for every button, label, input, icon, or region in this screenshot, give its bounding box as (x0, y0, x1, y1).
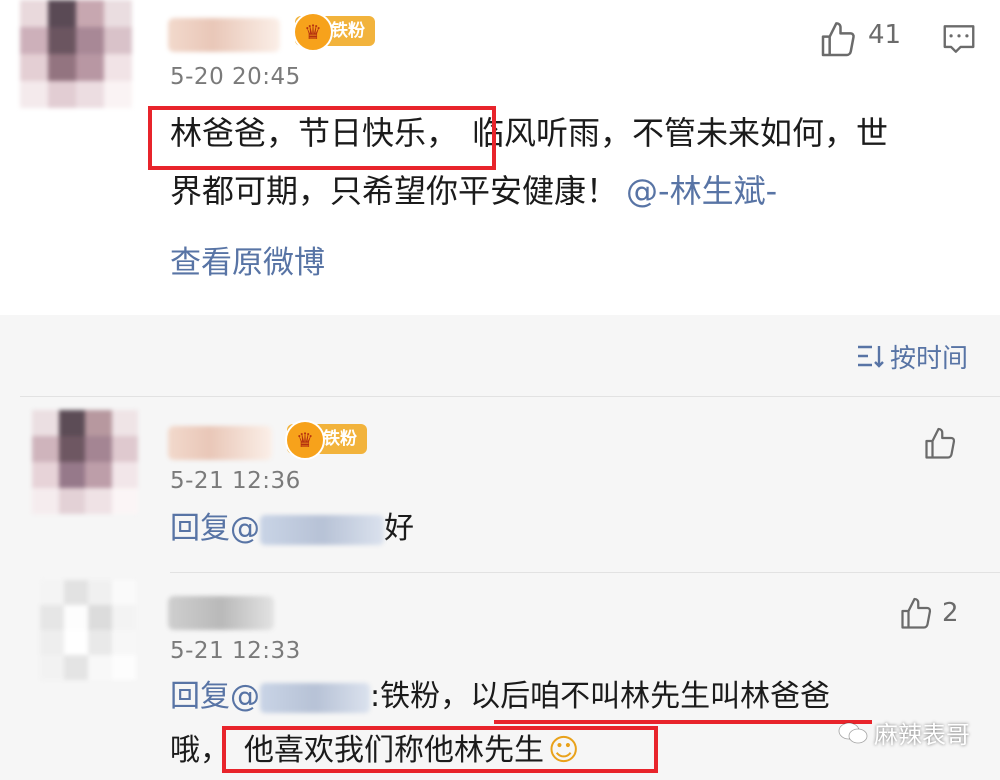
avatar[interactable] (20, 0, 132, 108)
sort-label: 按时间 (889, 344, 968, 374)
comment-time: 5-21 12:36 (170, 468, 301, 494)
crown-icon: ♛ (293, 12, 333, 52)
wechat-icon (838, 721, 868, 751)
comment-icon (943, 25, 975, 53)
reply-suffix: 好 (384, 511, 414, 546)
mention-blurred[interactable] (260, 682, 370, 713)
sort-button[interactable]: 按时间 (856, 338, 968, 376)
comment-text-line1: 回复@ :铁粉，以后咱不叫林先生叫林爸爸 (170, 668, 830, 726)
thumbs-up-icon (901, 597, 932, 629)
like-button[interactable] (818, 20, 858, 60)
sort-icon (856, 343, 890, 376)
main-post: ♛ 铁粉 5-20 20:45 41 林爸爸，节日快乐， 临风听雨，不管未来如何，… (0, 0, 1000, 315)
comment-like-button[interactable] (922, 426, 958, 462)
fan-badge: ♛ 铁粉 (285, 420, 367, 460)
reply-prefix[interactable]: 回复@ (170, 511, 260, 546)
post-text-continued: 界都可期，只希望你平安健康！ (170, 172, 619, 210)
comment-button[interactable] (940, 20, 978, 58)
mention-link[interactable]: @-林生斌- (626, 172, 777, 210)
mention-blurred[interactable] (260, 514, 384, 545)
comment-time: 5-21 12:33 (170, 638, 301, 664)
username-blurred[interactable] (168, 18, 280, 52)
watermark: 麻辣表哥 (838, 715, 970, 751)
post-text-line2: 界都可期，只希望你平安健康！ @-林生斌- (170, 162, 777, 220)
divider (170, 572, 1000, 573)
reply-prefix[interactable]: 回复@ (170, 679, 260, 714)
highlight-stroke (494, 720, 872, 724)
comment-username-blurred[interactable] (168, 596, 274, 630)
comment-text: 回复@ 好 (170, 500, 414, 558)
comment-avatar[interactable] (40, 580, 136, 680)
divider (20, 396, 1000, 397)
highlight-box (148, 106, 496, 170)
view-original-link[interactable]: 查看原微博 (170, 234, 325, 292)
like-count: 41 (868, 20, 902, 50)
post-text-rest: 临风听雨，不管未来如何，世 (472, 114, 889, 152)
line2-prefix: 哦， (170, 733, 230, 768)
reply-text: :铁粉，以后咱不叫林先生叫林爸爸 (370, 679, 831, 714)
comment-avatar[interactable] (32, 410, 138, 514)
comment-like-count: 2 (942, 598, 959, 628)
watermark-text: 麻辣表哥 (874, 721, 970, 749)
fan-badge: ♛ 铁粉 (293, 12, 375, 52)
thumbs-up-icon (821, 22, 855, 57)
comment-username-blurred[interactable] (168, 426, 272, 460)
comment-like-button[interactable] (898, 596, 934, 632)
post-time: 5-20 20:45 (170, 64, 301, 90)
highlight-box (222, 726, 658, 773)
crown-icon: ♛ (285, 420, 325, 460)
thumbs-up-icon (925, 427, 956, 459)
